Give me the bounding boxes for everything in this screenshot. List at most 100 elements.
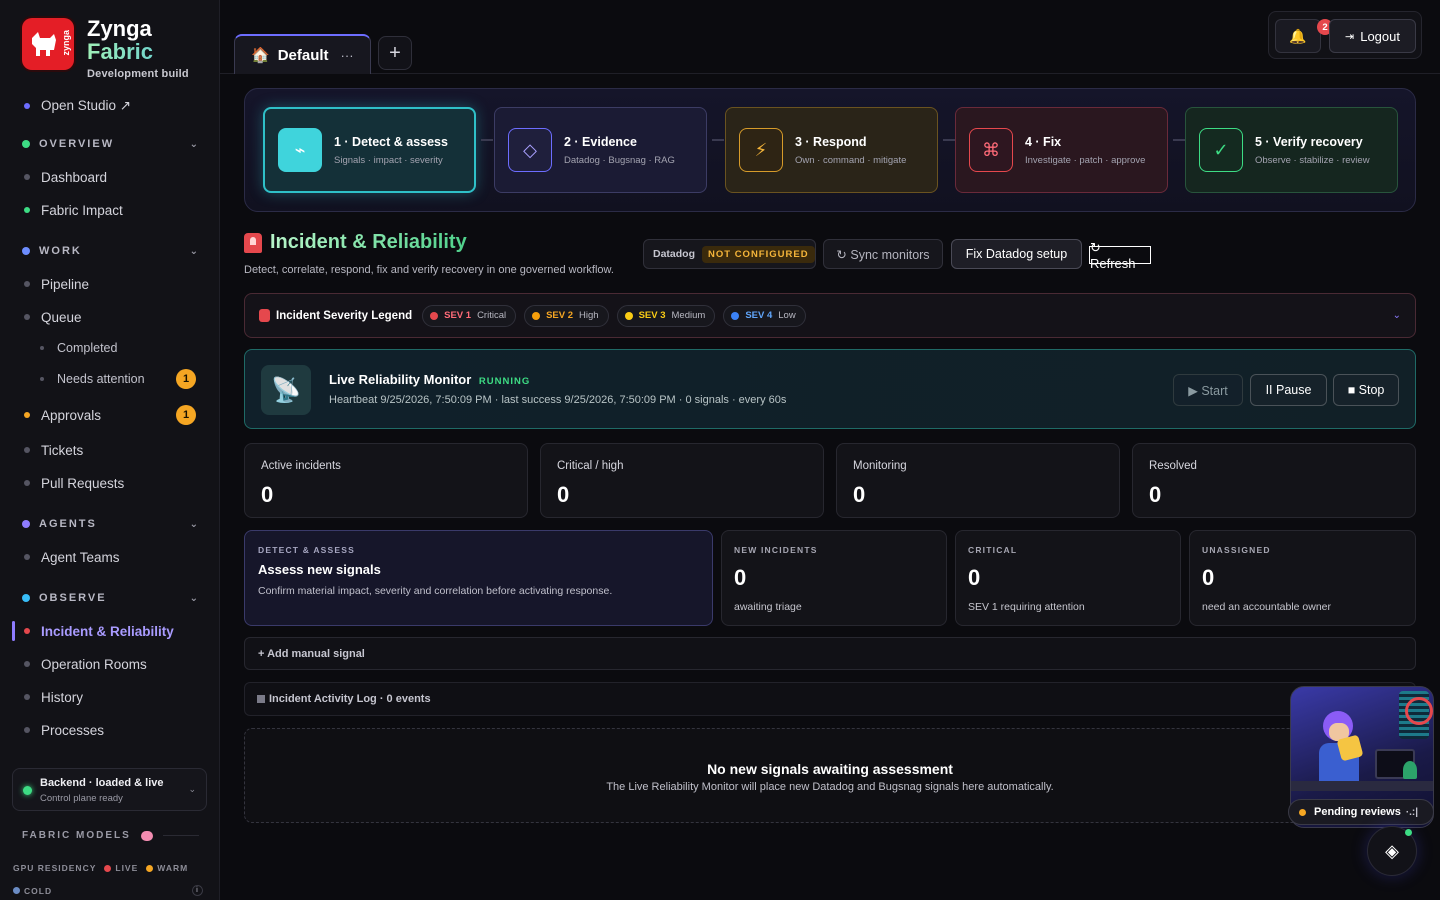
backend-status-card[interactable]: Backend · loaded & live Control plane re…	[12, 768, 207, 811]
sidebar-item-tickets[interactable]: Tickets	[24, 440, 83, 460]
sidebar-item-pipeline[interactable]: Pipeline	[24, 274, 89, 294]
sidebar-item-incident-reliability[interactable]: Incident & Reliability	[24, 621, 174, 641]
siren-icon	[259, 309, 270, 322]
sidebar-item-label: Completed	[57, 341, 118, 355]
start-button[interactable]: ▶ Start	[1173, 374, 1243, 406]
info-icon[interactable]: i	[192, 885, 203, 896]
activity-log-label: Incident Activity Log · 0 events	[269, 693, 431, 705]
lock-icon	[1336, 734, 1364, 762]
fabric-models-heading[interactable]: FABRIC MODELS	[22, 830, 199, 841]
sev2-dot-icon	[532, 311, 541, 320]
step-subtitle: Datadog · Bugsnag · RAG	[564, 154, 675, 166]
fix-datadog-setup-button[interactable]: Fix Datadog setup	[951, 239, 1082, 269]
pause-button[interactable]: II Pause	[1250, 374, 1327, 406]
bullet-icon	[24, 103, 30, 109]
siren-icon	[244, 232, 262, 253]
section-agents[interactable]: AGENTS ⌄	[22, 516, 198, 532]
step-verify-recovery[interactable]: ✓ 5 · Verify recovery Observe · stabiliz…	[1185, 107, 1398, 193]
sidebar-item-label: History	[41, 689, 84, 705]
refresh-button[interactable]: ↻ Refresh	[1089, 240, 1151, 271]
add-manual-signal-button[interactable]: + Add manual signal	[244, 637, 1416, 670]
logout-label: Logout	[1360, 28, 1400, 44]
sev1-chip: SEV 1 Critical	[422, 304, 517, 327]
sync-monitors-button[interactable]: ↻ Sync monitors	[823, 239, 943, 269]
sidebar-item-queue[interactable]: Queue	[24, 307, 82, 327]
stat-label: Active incidents	[261, 460, 341, 472]
brand-name-zynga: Zynga	[87, 16, 152, 41]
sidebar-item-history[interactable]: History	[24, 687, 83, 707]
stat-value: 0	[853, 482, 866, 507]
step-fix[interactable]: ⌘ 4 · Fix Investigate · patch · approve	[955, 107, 1168, 193]
brain-icon	[140, 830, 153, 841]
sidebar-item-dashboard[interactable]: Dashboard	[24, 167, 107, 187]
pulse-icon: ⌁	[278, 128, 322, 172]
section-label: WORK	[39, 245, 82, 257]
gpu-residency-row: GPU RESIDENCY LIVE WARM	[13, 863, 188, 873]
sidebar-item-needs-attention[interactable]: Needs attention	[40, 369, 145, 389]
sidebar-item-fabric-impact[interactable]: Fabric Impact	[24, 200, 123, 220]
gpu-cold-label: COLD	[24, 885, 53, 896]
sev-name: Critical	[477, 310, 507, 321]
datadog-label: Datadog	[653, 248, 695, 260]
sidebar-item-pull-requests[interactable]: Pull Requests	[24, 473, 124, 493]
step-title: 5 · Verify recovery	[1255, 134, 1363, 149]
step-title: 2 · Evidence	[564, 134, 637, 149]
sidebar-item-label: Processes	[41, 722, 105, 738]
pending-reviews-pill[interactable]: Pending reviews ·.:|	[1288, 799, 1434, 825]
section-label: AGENTS	[39, 518, 97, 530]
severity-legend[interactable]: Incident Severity Legend SEV 1 Critical …	[244, 293, 1416, 338]
divider	[162, 835, 199, 836]
stat-label: Resolved	[1149, 460, 1197, 472]
pending-reviews-label: Pending reviews	[1314, 806, 1401, 818]
mini-description: SEV 1 requiring attention	[968, 601, 1085, 613]
tab-default[interactable]: 🏠 Default ···	[234, 34, 371, 74]
step-subtitle: Own · command · mitigate	[795, 154, 907, 166]
notifications-button[interactable]: 🔔 2	[1275, 19, 1333, 53]
sidebar-item-approvals[interactable]: Approvals	[24, 405, 101, 425]
tab-label: Default	[277, 46, 329, 64]
brand[interactable]: zynga Zynga Fabric Development build	[22, 18, 189, 80]
chevron-down-icon: ⌄	[189, 592, 198, 604]
bullet-icon	[24, 694, 30, 700]
fabric-models-label: FABRIC MODELS	[22, 830, 131, 841]
mini-kicker: UNASSIGNED	[1202, 545, 1271, 555]
sidebar-item-agent-teams[interactable]: Agent Teams	[24, 547, 120, 567]
page-subtitle: Detect, correlate, respond, fix and veri…	[244, 264, 614, 276]
step-evidence[interactable]: ◇ 2 · Evidence Datadog · Bugsnag · RAG	[494, 107, 707, 193]
sidebar-item-open-studio[interactable]: Open Studio ↗	[24, 96, 131, 116]
top-bar: 🏠 Default ··· + 🔔 2 ⇥ Logout	[220, 0, 1440, 74]
bullet-icon	[24, 661, 30, 667]
log-icon	[257, 695, 265, 703]
sidebar-item-operation-rooms[interactable]: Operation Rooms	[24, 654, 147, 674]
gpu-warm-key: WARM	[146, 863, 188, 873]
sidebar-item-label: Operation Rooms	[41, 656, 147, 672]
backend-status-subtitle: Control plane ready	[40, 793, 123, 804]
dog-logo-icon	[32, 32, 56, 56]
logout-button[interactable]: ⇥ Logout	[1329, 19, 1416, 53]
step-respond[interactable]: ⚡ 3 · Respond Own · command · mitigate	[725, 107, 938, 193]
bullet-icon	[24, 412, 30, 418]
section-overview[interactable]: OVERVIEW ⌄	[22, 136, 198, 152]
section-observe[interactable]: OBSERVE ⌄	[22, 590, 198, 606]
incident-activity-log[interactable]: Incident Activity Log · 0 events	[244, 682, 1416, 716]
bullet-icon	[24, 447, 30, 453]
stat-active-incidents: Active incidents 0	[244, 443, 528, 518]
stop-button[interactable]: ■ Stop	[1333, 374, 1399, 406]
tab-more-icon[interactable]: ···	[341, 48, 354, 63]
step-connector	[481, 139, 493, 141]
mini-kicker: NEW INCIDENTS	[734, 545, 818, 555]
assistant-fab-button[interactable]: ◈	[1367, 826, 1417, 876]
sidebar-item-label: Needs attention	[57, 372, 145, 386]
stat-label: Monitoring	[853, 460, 907, 472]
assess-signals-card[interactable]: DETECT & ASSESS Assess new signals Confi…	[244, 530, 713, 626]
monitor-title-text: Live Reliability Monitor	[329, 372, 472, 387]
sidebar-item-completed[interactable]: Completed	[40, 338, 117, 358]
add-tab-button[interactable]: +	[378, 36, 412, 70]
chevron-down-icon: ⌄	[189, 245, 198, 257]
sidebar-item-processes[interactable]: Processes	[24, 720, 104, 740]
chevron-down-icon[interactable]: ⌄	[1393, 310, 1401, 321]
needs-attention-count-badge: 1	[176, 369, 196, 389]
section-work[interactable]: WORK ⌄	[22, 243, 198, 259]
unassigned-card: UNASSIGNED 0 need an accountable owner	[1189, 530, 1416, 626]
step-detect-assess[interactable]: ⌁ 1 · Detect & assess Signals · impact ·…	[263, 107, 476, 193]
